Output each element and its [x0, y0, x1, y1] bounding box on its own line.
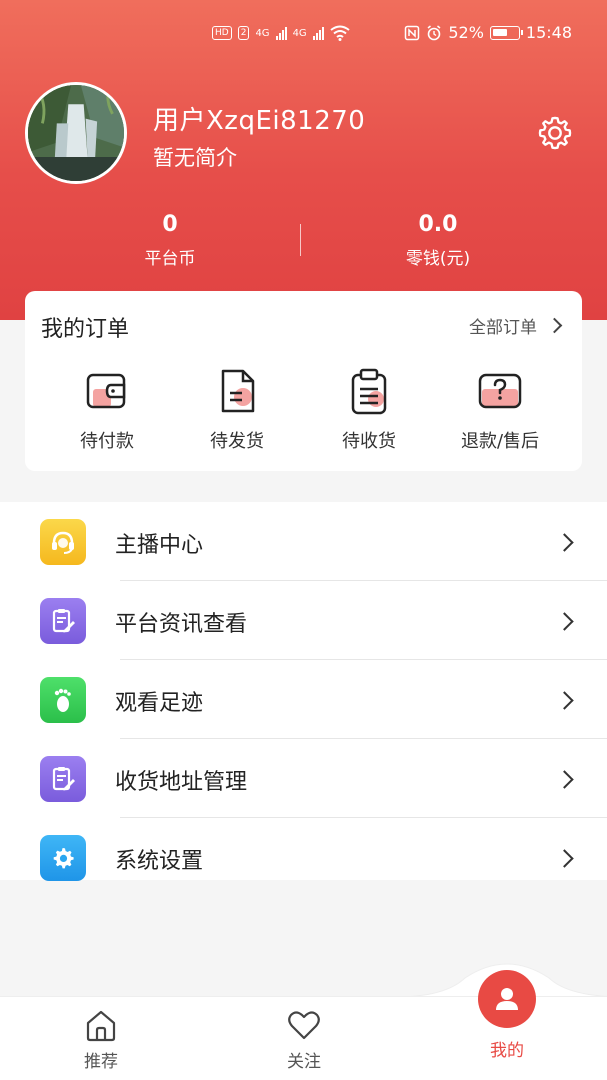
order-pending-shipment[interactable]: 待发货	[177, 367, 297, 453]
orders-title: 我的订单	[41, 317, 130, 342]
home-icon	[86, 1010, 116, 1042]
user-bio: 暂无简介	[153, 146, 237, 170]
system-indicators: 52% 15:48	[404, 23, 572, 42]
menu-item-system-settings[interactable]: 系统设置	[0, 818, 607, 897]
question-box-icon	[478, 373, 522, 409]
clock: 15:48	[525, 23, 572, 42]
avatar-image	[28, 85, 124, 181]
chevron-right-icon	[555, 691, 574, 710]
sim-badge: 2	[237, 26, 250, 40]
wifi-icon	[330, 25, 350, 41]
nfc-icon	[405, 25, 420, 40]
clipboard-icon	[351, 368, 387, 415]
document-icon	[221, 369, 255, 413]
menu-item-address-management[interactable]: 收货地址管理	[0, 739, 607, 818]
gear-icon	[40, 835, 86, 881]
change-balance[interactable]: 0.0 零钱(元)	[338, 212, 538, 269]
order-pending-payment-label: 待付款	[80, 431, 134, 452]
change-balance-value: 0.0	[418, 212, 458, 237]
wallet-icon	[86, 373, 126, 409]
hd-badge: HD	[212, 26, 232, 40]
chevron-right-icon	[546, 317, 563, 334]
status-bar: HD 2 4G 4G 52% 15:48	[0, 22, 607, 50]
tab-following[interactable]: 关注	[244, 997, 364, 1072]
network-type-2: 4G	[292, 27, 307, 39]
heart-icon	[288, 1011, 320, 1040]
network-indicators: HD 2 4G 4G	[212, 25, 350, 41]
platform-coins-label: 平台币	[144, 249, 196, 269]
order-pending-receipt-label: 待收货	[342, 431, 396, 452]
order-pending-receipt[interactable]: 待收货	[309, 367, 429, 453]
menu-item-streamer-center[interactable]: 主播中心	[0, 502, 607, 581]
tab-following-label: 关注	[287, 1052, 321, 1072]
headset-icon	[40, 519, 86, 565]
menu-item-label: 收货地址管理	[115, 770, 248, 795]
signal-icon	[275, 26, 287, 40]
battery-icon	[489, 25, 523, 40]
signal-icon	[312, 26, 324, 40]
order-pending-shipment-label: 待发货	[210, 431, 264, 452]
chevron-right-icon	[555, 612, 574, 631]
menu-item-label: 主播中心	[115, 533, 204, 558]
menu-item-label: 观看足迹	[115, 691, 204, 716]
chevron-right-icon	[555, 533, 574, 552]
orders-card: 我的订单 全部订单 待付款 待发货 待收货 退款/售后	[25, 291, 582, 471]
all-orders-link[interactable]: 全部订单	[469, 313, 563, 338]
platform-coins-value: 0	[162, 212, 178, 237]
username: 用户XzqEi81270	[153, 106, 366, 136]
chevron-right-icon	[555, 770, 574, 789]
network-type-1: 4G	[255, 27, 270, 39]
menu-item-platform-news[interactable]: 平台资讯查看	[0, 581, 607, 660]
edit-note-icon	[40, 756, 86, 802]
order-refund-label: 退款/售后	[460, 431, 540, 452]
order-pending-payment[interactable]: 待付款	[47, 367, 167, 453]
all-orders-label: 全部订单	[469, 318, 537, 338]
profile-header: HD 2 4G 4G 52% 15:48 用户XzqEi81270 暂无简介 0…	[0, 0, 607, 320]
user-icon	[496, 988, 518, 1010]
menu-list: 主播中心 平台资讯查看 观看足迹 收货地址管理 系统设置	[0, 502, 607, 881]
edit-note-icon	[40, 598, 86, 644]
order-refund-after-sales[interactable]: 退款/售后	[440, 367, 560, 453]
alarm-icon	[427, 24, 441, 40]
footprint-icon	[40, 677, 86, 723]
tab-recommend[interactable]: 推荐	[41, 997, 161, 1072]
stat-divider	[300, 224, 301, 256]
tab-recommend-label: 推荐	[84, 1052, 118, 1072]
tab-mine-label[interactable]: 我的	[447, 1036, 567, 1061]
menu-item-label: 平台资讯查看	[115, 612, 248, 637]
menu-item-label: 系统设置	[115, 849, 204, 874]
tab-mine[interactable]	[478, 970, 536, 1028]
gear-icon[interactable]	[536, 114, 574, 152]
avatar[interactable]	[25, 82, 127, 184]
chevron-right-icon	[555, 849, 574, 868]
battery-percent: 52%	[448, 23, 484, 42]
platform-coins[interactable]: 0 平台币	[70, 212, 270, 269]
change-balance-label: 零钱(元)	[405, 249, 471, 269]
menu-item-watch-history[interactable]: 观看足迹	[0, 660, 607, 739]
